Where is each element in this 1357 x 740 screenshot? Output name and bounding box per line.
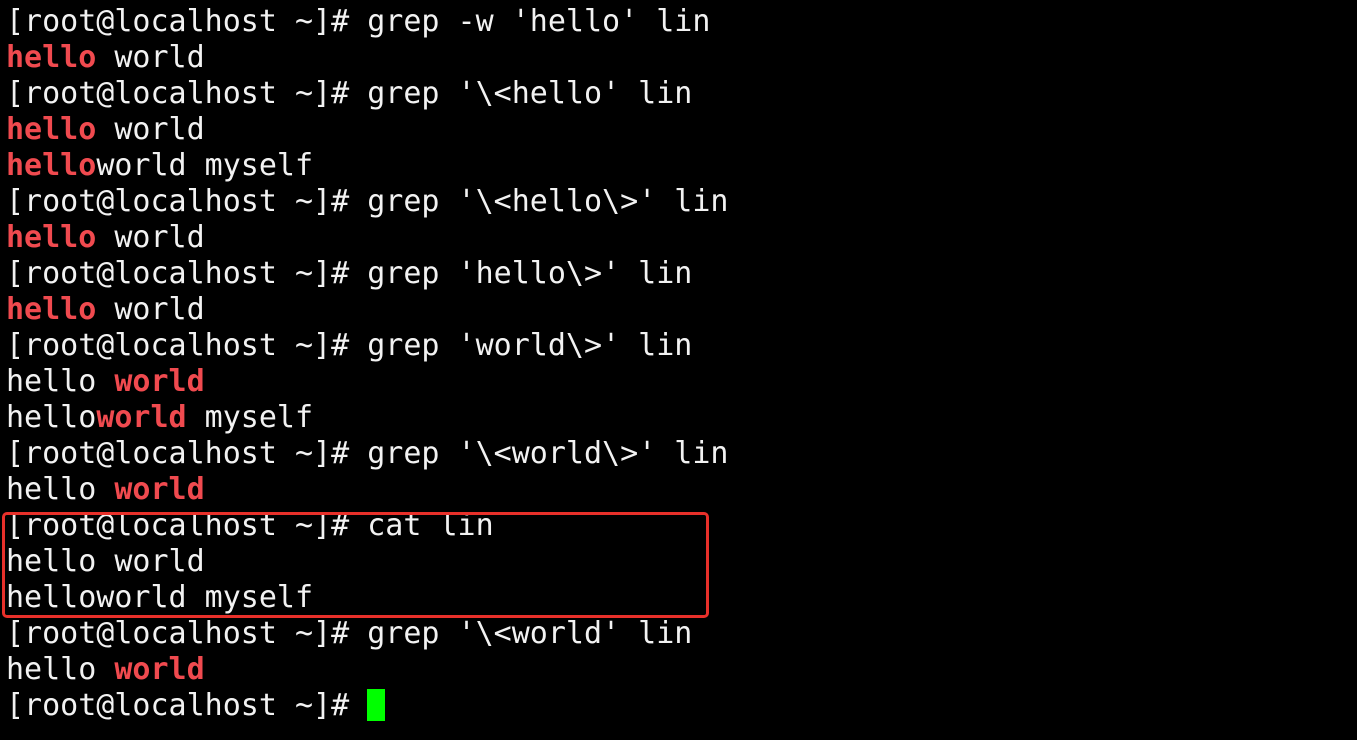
match-highlight: hello (6, 220, 97, 255)
output-line: helloworld myself (6, 400, 728, 436)
output-line: hello world (6, 652, 728, 688)
terminal-text: world (96, 112, 205, 147)
match-highlight: world (96, 400, 187, 435)
output-line: hello world (6, 112, 728, 148)
output-line: hello world (6, 364, 728, 400)
command-line: [root@localhost ~]# (6, 688, 728, 724)
terminal-text: [root@localhost ~]# grep '\<hello\>' lin (6, 184, 729, 219)
command-line: [root@localhost ~]# grep '\<hello\>' lin (6, 184, 728, 220)
output-line: hello world (6, 220, 728, 256)
terminal-text: [root@localhost ~]# grep 'hello\>' lin (6, 256, 693, 291)
terminal-text: world (96, 292, 205, 327)
annotation-highlight-box (2, 512, 709, 618)
terminal-text: [root@localhost ~]# grep -w 'hello' lin (6, 4, 711, 39)
command-line: [root@localhost ~]# grep '\<hello' lin (6, 76, 728, 112)
match-highlight: hello (6, 40, 97, 75)
command-line: [root@localhost ~]# grep '\<world' lin (6, 616, 728, 652)
terminal-text: [root@localhost ~]# grep '\<hello' lin (6, 76, 693, 111)
command-line: [root@localhost ~]# grep 'world\>' lin (6, 328, 728, 364)
match-highlight: hello (6, 292, 97, 327)
terminal-text: [root@localhost ~]# grep '\<world' lin (6, 616, 693, 651)
terminal-text: hello (6, 652, 115, 687)
match-highlight: hello (6, 112, 97, 147)
terminal-text: world myself (96, 148, 314, 183)
command-line: [root@localhost ~]# grep '\<world\>' lin (6, 436, 728, 472)
terminal-text: myself (186, 400, 314, 435)
output-line: helloworld myself (6, 148, 728, 184)
match-highlight: world (114, 472, 205, 507)
terminal-text: hello (6, 400, 97, 435)
terminal-text: world (96, 220, 205, 255)
cursor-block (367, 689, 386, 721)
output-line: hello world (6, 472, 728, 508)
output-line: hello world (6, 292, 728, 328)
terminal-text: [root@localhost ~]# (6, 688, 368, 723)
terminal-text: hello (6, 472, 115, 507)
command-line: [root@localhost ~]# grep -w 'hello' lin (6, 4, 728, 40)
match-highlight: world (114, 364, 205, 399)
terminal-text: hello (6, 364, 115, 399)
match-highlight: hello (6, 148, 97, 183)
terminal-text: world (96, 40, 205, 75)
terminal-text: [root@localhost ~]# grep '\<world\>' lin (6, 436, 729, 471)
command-line: [root@localhost ~]# grep 'hello\>' lin (6, 256, 728, 292)
terminal-text: [root@localhost ~]# grep 'world\>' lin (6, 328, 693, 363)
match-highlight: world (114, 652, 205, 687)
output-line: hello world (6, 40, 728, 76)
